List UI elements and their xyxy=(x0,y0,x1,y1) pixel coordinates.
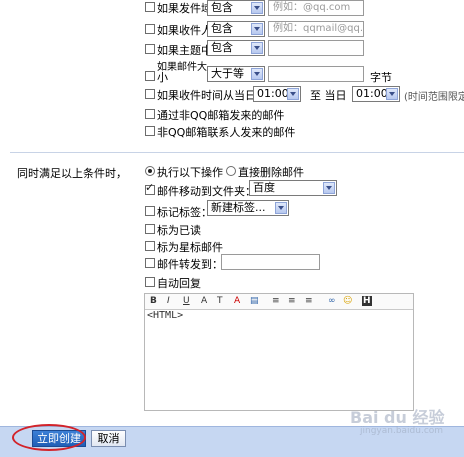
chevron-down-icon xyxy=(251,42,263,54)
actions-prefix: 同时满足以上条件时， xyxy=(17,167,127,180)
background-color-icon[interactable]: ▤ xyxy=(250,296,259,306)
sender-domain-checkbox[interactable] xyxy=(145,2,155,12)
subject-checkbox[interactable] xyxy=(145,44,155,54)
subject-input[interactable] xyxy=(268,40,364,56)
move-to-folder-checkbox[interactable] xyxy=(145,181,155,195)
font-size-icon[interactable]: T xyxy=(217,296,223,306)
watermark: Bai du 经验 jingyan.baidu.com xyxy=(350,404,460,444)
auto-reply-label: 自动回复 xyxy=(157,277,201,290)
emoticon-icon[interactable]: ☺ xyxy=(343,296,352,306)
radio-delete[interactable] xyxy=(226,166,236,176)
size-checkbox[interactable] xyxy=(145,71,155,81)
auto-reply-checkbox[interactable] xyxy=(145,277,155,287)
size-unit: 字节 xyxy=(370,71,392,84)
sender-domain-op-select[interactable]: 包含 xyxy=(207,0,265,16)
non-contact-checkbox[interactable] xyxy=(145,126,155,136)
forward-input[interactable] xyxy=(221,254,320,270)
editor-content[interactable]: <HTML> xyxy=(147,310,183,321)
time-checkbox[interactable] xyxy=(145,89,155,99)
subject-label: 如果主题中 xyxy=(157,44,212,57)
subject-op-select[interactable]: 包含 xyxy=(207,40,265,56)
non-contact-label: 非QQ邮箱联系人发来的邮件 xyxy=(157,126,296,139)
tag-label: 标记标签： xyxy=(157,206,212,219)
bold-icon[interactable]: B xyxy=(150,296,157,306)
font-color-icon[interactable]: A xyxy=(234,296,240,306)
auto-reply-editor[interactable]: B I U A T A ▤ ≡ ≡ ≡ ∞ ☺ H <HTML> xyxy=(144,293,414,411)
forward-label: 邮件转发到： xyxy=(157,258,223,271)
cancel-button[interactable]: 取消 xyxy=(91,430,126,447)
mark-read-checkbox[interactable] xyxy=(145,224,155,234)
time-to-label: 至 当日 xyxy=(310,89,347,102)
size-label-line2: 小 xyxy=(157,71,168,84)
indent-icon[interactable]: ≡ xyxy=(305,296,313,306)
watermark-url: jingyan.baidu.com xyxy=(360,426,444,436)
mark-read-label: 标为已读 xyxy=(157,224,201,237)
chevron-down-icon xyxy=(251,2,263,14)
recipient-checkbox[interactable] xyxy=(145,24,155,34)
forward-checkbox[interactable] xyxy=(145,258,155,268)
chevron-down-icon xyxy=(323,182,335,194)
move-to-folder-label: 邮件移动到文件夹： xyxy=(157,185,256,198)
tag-select[interactable]: 新建标签... xyxy=(207,200,289,216)
list-icon[interactable]: ≡ xyxy=(288,296,296,306)
html-mode-icon[interactable]: H xyxy=(362,296,372,306)
align-left-icon[interactable]: ≡ xyxy=(272,296,280,306)
radio-execute-label: 执行以下操作 xyxy=(157,166,223,179)
font-icon[interactable]: A xyxy=(201,296,207,306)
sender-domain-label: 如果发件域 xyxy=(157,2,212,15)
chevron-down-icon xyxy=(251,68,263,80)
non-qq-label: 通过非QQ邮箱发来的邮件 xyxy=(157,109,285,122)
size-op-select[interactable]: 大于等 xyxy=(207,66,265,82)
link-icon[interactable]: ∞ xyxy=(328,296,336,306)
chevron-down-icon xyxy=(287,88,299,100)
italic-icon[interactable]: I xyxy=(167,296,170,306)
recipient-input[interactable]: 例如：qqmail@qq.c xyxy=(268,21,364,37)
chevron-down-icon xyxy=(386,88,398,100)
time-note: (时间范围限定 xyxy=(404,92,464,103)
radio-execute[interactable] xyxy=(145,166,155,176)
watermark-brand: Bai du 经验 xyxy=(350,408,445,427)
mark-star-checkbox[interactable] xyxy=(145,241,155,251)
folder-select[interactable]: 百度 xyxy=(249,180,337,196)
size-input[interactable] xyxy=(268,66,364,82)
mark-star-label: 标为星标邮件 xyxy=(157,241,223,254)
time-to-select[interactable]: 01:00 xyxy=(352,86,400,102)
chevron-down-icon xyxy=(251,23,263,35)
underline-icon[interactable]: U xyxy=(183,296,190,306)
non-qq-checkbox[interactable] xyxy=(145,109,155,119)
sender-domain-input[interactable]: 例如：@qq.com xyxy=(268,0,364,16)
highlight-circle xyxy=(12,424,86,451)
tag-checkbox[interactable] xyxy=(145,206,155,216)
section-divider xyxy=(10,152,464,153)
radio-delete-label: 直接删除邮件 xyxy=(238,166,304,179)
time-label: 如果收件时间从当日 xyxy=(157,89,256,102)
recipient-label: 如果收件人 xyxy=(157,24,212,37)
recipient-op-select[interactable]: 包含 xyxy=(207,21,265,37)
time-from-select[interactable]: 01:00 xyxy=(253,86,301,102)
chevron-down-icon xyxy=(275,202,287,214)
editor-toolbar: B I U A T A ▤ ≡ ≡ ≡ ∞ ☺ H xyxy=(145,294,413,310)
